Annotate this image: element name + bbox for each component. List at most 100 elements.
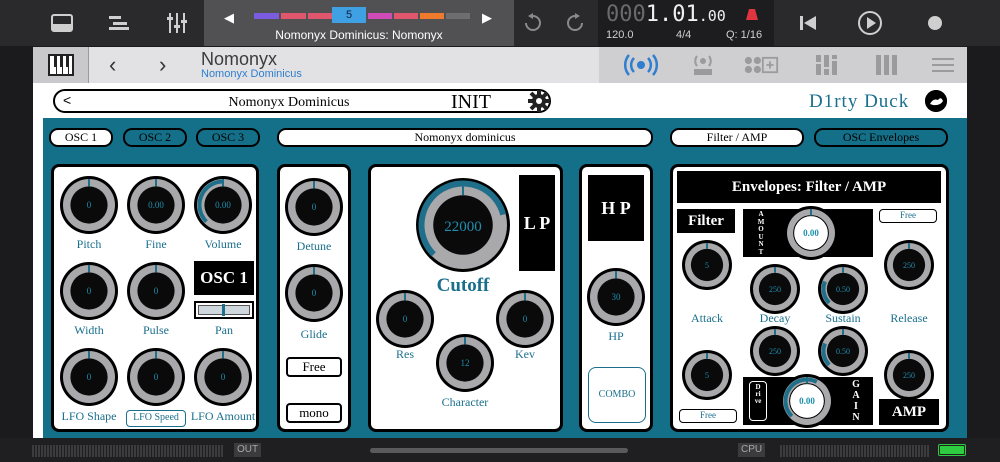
- tempo[interactable]: 120.0: [606, 29, 634, 41]
- pan-handle[interactable]: [222, 304, 225, 316]
- tab-osc1[interactable]: OSC 1: [49, 128, 113, 147]
- keys-icon: [876, 55, 897, 75]
- mixer-button[interactable]: [155, 0, 199, 46]
- width-knob[interactable]: 0: [59, 261, 119, 321]
- tab-osc2[interactable]: OSC 2: [123, 128, 187, 147]
- drive-toggle[interactable]: Drive: [749, 381, 767, 421]
- menu-button[interactable]: [925, 53, 961, 77]
- lfo-amount-knob[interactable]: 0: [193, 347, 253, 407]
- macros-icon: [816, 55, 837, 75]
- metronome-icon[interactable]: [746, 7, 758, 20]
- filter-env-badge: Filter: [677, 209, 735, 233]
- meter-segment: [71, 445, 73, 457]
- amp-sustain-knob[interactable]: 0.50: [817, 325, 869, 377]
- tab-filter-amp[interactable]: Filter / AMP: [670, 128, 804, 147]
- knob-value: 250: [903, 261, 915, 270]
- pulse-knob[interactable]: 0: [126, 261, 186, 321]
- kev-knob[interactable]: 0: [495, 289, 555, 349]
- meter-segment: [218, 445, 220, 457]
- instrument-view-button[interactable]: [623, 53, 659, 77]
- time-signature[interactable]: 4/4: [676, 29, 691, 41]
- res-knob[interactable]: 0: [375, 289, 435, 349]
- meter-segment: [98, 445, 100, 457]
- tab-osc-envelopes[interactable]: OSC Envelopes: [814, 128, 948, 147]
- filter-attack-knob[interactable]: 5: [681, 239, 733, 291]
- pads-view-button[interactable]: [743, 53, 779, 77]
- browser-button[interactable]: [40, 0, 84, 46]
- redo-button[interactable]: [560, 0, 590, 46]
- filter-amount-knob[interactable]: 0.00: [783, 205, 839, 261]
- meter-segment: [783, 445, 785, 457]
- amp-attack-knob[interactable]: 5: [681, 349, 733, 401]
- lfo-shape-knob[interactable]: 0: [59, 347, 119, 407]
- filter-mode-badge[interactable]: L P: [519, 175, 555, 271]
- position-display[interactable]: 0001.01.00 120.0 4/4 Q: 1/16: [598, 0, 774, 46]
- meter-segment: [137, 445, 139, 457]
- pan-slider[interactable]: [194, 301, 254, 319]
- filter-sustain-knob[interactable]: 0.50: [817, 263, 869, 315]
- prev-instrument-icon[interactable]: ‹: [109, 52, 116, 78]
- detune-knob[interactable]: 0: [284, 177, 344, 237]
- instrument-subtitle[interactable]: Nomonyx Dominicus: [201, 68, 302, 80]
- rewind-button[interactable]: [795, 0, 821, 46]
- meter-segment: [810, 445, 812, 457]
- knob-value: 0: [403, 314, 408, 324]
- hp-knob[interactable]: 30: [586, 267, 646, 327]
- filter-decay-knob[interactable]: 250: [749, 263, 801, 315]
- meter-segment: [131, 445, 133, 457]
- keyboard-button[interactable]: [33, 47, 89, 83]
- keys-view-button[interactable]: [869, 53, 905, 77]
- volume-knob[interactable]: 0.00: [193, 175, 253, 235]
- fine-knob[interactable]: 0.00: [126, 175, 186, 235]
- lfo-speed-sync-button[interactable]: LFO Speed: [126, 410, 186, 427]
- filter-release-knob[interactable]: 250: [883, 239, 935, 291]
- amp-decay-knob[interactable]: 250: [749, 325, 801, 377]
- meter-segment: [32, 445, 34, 457]
- preset-bar[interactable]: < Nomonyx Dominicus INIT >: [53, 89, 551, 113]
- meter-segment: [885, 445, 887, 457]
- meter-segment: [915, 445, 917, 457]
- meter-segment: [95, 445, 97, 457]
- meter-segment: [35, 445, 37, 457]
- meter-segment: [891, 445, 893, 457]
- knob-value: 0.50: [836, 347, 850, 356]
- meter-segment: [849, 445, 851, 457]
- character-knob[interactable]: 12: [435, 333, 495, 393]
- meter-segment: [188, 445, 190, 457]
- settings-button[interactable]: [527, 89, 553, 115]
- home-indicator[interactable]: [370, 448, 628, 453]
- meter-segment: [807, 445, 809, 457]
- meter-segment: [888, 445, 890, 457]
- macro-view-button[interactable]: [809, 53, 845, 77]
- pitch-knob[interactable]: 0: [59, 175, 119, 235]
- meter-segment: [191, 445, 193, 457]
- cpu-label: CPU: [738, 443, 766, 457]
- gain-knob[interactable]: 0.00: [779, 373, 835, 429]
- cutoff-knob[interactable]: 22000: [415, 177, 511, 273]
- next-song-icon[interactable]: ▶: [482, 10, 492, 26]
- play-button[interactable]: [853, 0, 887, 46]
- combo-button[interactable]: COMBO: [588, 367, 646, 423]
- lfo-speed-knob[interactable]: 0: [126, 347, 186, 407]
- glide-free-button[interactable]: Free: [286, 357, 342, 377]
- next-instrument-icon[interactable]: ›: [159, 52, 166, 78]
- editor-button[interactable]: [98, 0, 142, 46]
- prev-song-icon[interactable]: ◀: [224, 10, 234, 26]
- meter-segment: [858, 445, 860, 457]
- init-label: INIT: [451, 91, 491, 113]
- undo-button[interactable]: [518, 0, 548, 46]
- record-button[interactable]: [920, 0, 950, 46]
- editor-icon: [109, 16, 129, 30]
- quantize[interactable]: Q: 1/16: [726, 29, 762, 41]
- song-selector[interactable]: ◀ 5 ▶ Nomonyx Dominicus: Nomonyx: [204, 0, 514, 46]
- meter-segment: [119, 445, 121, 457]
- mono-button[interactable]: mono: [286, 403, 342, 423]
- filter-env-free-button[interactable]: Free: [879, 209, 937, 223]
- osc-number-badge: OSC 1: [194, 261, 254, 295]
- amp-env-free-button[interactable]: Free: [679, 409, 737, 423]
- tab-osc3[interactable]: OSC 3: [196, 128, 260, 147]
- patch-name-field[interactable]: Nomonyx dominicus: [277, 128, 653, 147]
- glide-knob[interactable]: 0: [284, 263, 344, 323]
- amp-release-knob[interactable]: 250: [883, 349, 935, 401]
- fx-view-button[interactable]: [685, 53, 721, 77]
